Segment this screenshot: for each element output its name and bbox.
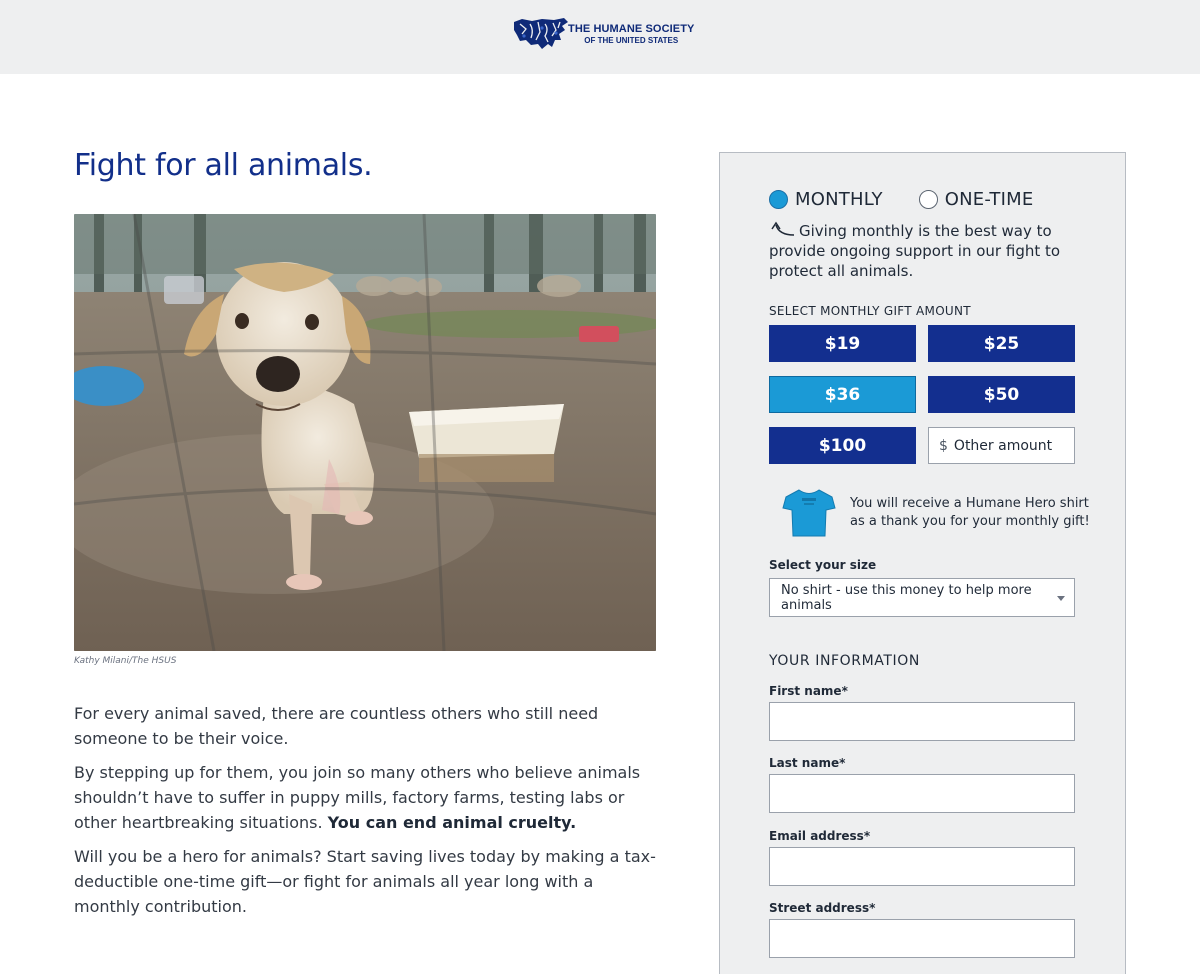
gift-amount-title: SELECT MONTHLY GIFT AMOUNT <box>769 304 971 318</box>
logo-wordmark: THE HUMANE SOCIETY OF THE UNITED STATES <box>568 23 694 46</box>
photo-caption: Kathy Milani/The HSUS <box>74 656 177 666</box>
amount-button-100[interactable]: $100 <box>769 427 916 464</box>
amount-button-19[interactable]: $19 <box>769 325 916 362</box>
amount-button-36[interactable]: $36 <box>769 376 916 413</box>
first-name-field[interactable] <box>769 702 1075 741</box>
story-emphasis: You can end animal cruelty. <box>327 813 577 832</box>
size-label: Select your size <box>769 558 877 572</box>
last-name-field[interactable] <box>769 774 1075 813</box>
frequency-selector: MONTHLY ONE-TIME <box>769 189 1069 210</box>
onetime-radio-label[interactable]: ONE-TIME <box>945 189 1034 210</box>
street-address-field[interactable] <box>769 919 1075 958</box>
first-name-label: First name* <box>769 684 848 698</box>
monthly-radio[interactable]: MONTHLY <box>769 189 883 210</box>
amount-button-50[interactable]: $50 <box>928 376 1075 413</box>
email-field[interactable] <box>769 847 1075 886</box>
donation-form-panel: MONTHLY ONE-TIME Giving monthly is the b… <box>719 152 1126 974</box>
monthly-hint: Giving monthly is the best way to provid… <box>769 221 1089 281</box>
monthly-radio-indicator[interactable] <box>769 190 788 209</box>
onetime-radio-indicator[interactable] <box>918 190 938 209</box>
logo-line-2: OF THE UNITED STATES <box>584 35 679 45</box>
monthly-hint-text: Giving monthly is the best way to provid… <box>769 222 1061 280</box>
email-label: Email address* <box>769 829 871 843</box>
shirt-message: You will receive a Humane Hero shirt as … <box>850 496 1090 529</box>
currency-symbol: $ <box>939 437 948 454</box>
tshirt-icon <box>782 489 836 537</box>
size-select[interactable]: No shirt - use this money to help more a… <box>769 578 1075 617</box>
your-information-title: YOUR INFORMATION <box>769 653 920 669</box>
street-address-label: Street address* <box>769 901 876 915</box>
onetime-radio[interactable]: ONE-TIME <box>918 189 1034 210</box>
dog-behind-fence-image <box>74 214 656 651</box>
story-paragraph-3: Will you be a hero for animals? Start sa… <box>74 847 656 916</box>
amount-button-25[interactable]: $25 <box>928 325 1075 362</box>
dog-photo <box>74 214 656 651</box>
us-map-animals-logo-icon <box>514 18 568 49</box>
story-copy: For every animal saved, there are countl… <box>74 701 664 928</box>
size-select-value: No shirt - use this money to help more a… <box>781 582 1032 613</box>
page-headline: Fight for all animals. <box>74 148 373 183</box>
caret-down-icon <box>1057 596 1065 601</box>
logo-line-1: THE HUMANE SOCIETY <box>568 22 695 35</box>
other-amount-input[interactable]: $ Other amount <box>928 427 1075 464</box>
other-amount-placeholder: Other amount <box>953 437 1053 454</box>
hsus-logo[interactable]: THE HUMANE SOCIETY OF THE UNITED STATES <box>512 16 694 52</box>
story-paragraph-2: By stepping up for them, you join so man… <box>74 760 664 835</box>
story-paragraph-1: For every animal saved, there are countl… <box>74 704 599 748</box>
curved-arrow-icon <box>771 221 795 236</box>
monthly-radio-label[interactable]: MONTHLY <box>795 189 883 210</box>
last-name-label: Last name* <box>769 756 846 770</box>
site-header: THE HUMANE SOCIETY OF THE UNITED STATES <box>0 0 1200 74</box>
